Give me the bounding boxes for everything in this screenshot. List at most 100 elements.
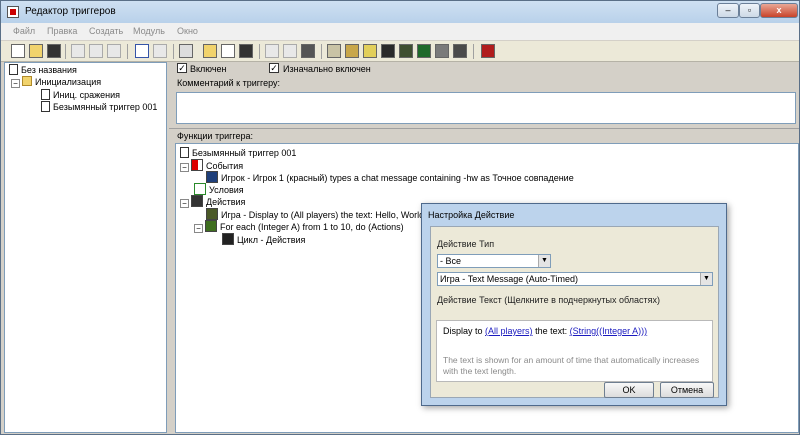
loop-icon — [205, 220, 217, 232]
action-config-dialog: Настройка Действие Действие Тип - Все ▼ И… — [421, 203, 727, 406]
unit-editor-icon[interactable] — [345, 44, 359, 58]
save-icon[interactable] — [47, 44, 61, 58]
collapse-icon[interactable]: − — [194, 224, 203, 233]
action-text-area: Display to (All players) the text: (Stri… — [436, 320, 713, 382]
tree-item[interactable]: Иниц. сражения — [41, 89, 120, 100]
map-icon — [9, 64, 18, 75]
event-text: Игрок - Игрок 1 (красный) types a chat m… — [221, 173, 574, 183]
events-flag-icon — [191, 159, 203, 171]
maximize-button[interactable]: ▫ — [739, 3, 760, 18]
object-editor-icon[interactable] — [381, 44, 395, 58]
new-event-icon[interactable] — [265, 44, 279, 58]
chevron-down-icon: ▼ — [538, 255, 550, 267]
action-text-label: Действие Текст (Щелкните в подчеркнутых … — [437, 295, 660, 305]
menu-module[interactable]: Модуль — [133, 26, 165, 36]
menu-edit[interactable]: Правка — [47, 26, 77, 36]
chevron-down-icon: ▼ — [700, 273, 712, 285]
dialog-body: Действие Тип - Все ▼ Игра - Text Message … — [430, 226, 719, 398]
sound-editor-icon[interactable] — [363, 44, 377, 58]
toolbar-separator — [173, 44, 174, 59]
undo-icon[interactable] — [135, 44, 149, 58]
open-icon[interactable] — [29, 44, 43, 58]
new-comment-icon[interactable] — [239, 44, 253, 58]
loop-actions-icon — [222, 233, 234, 245]
new-condition-icon[interactable] — [283, 44, 297, 58]
comment-field[interactable] — [176, 92, 796, 124]
events-label: События — [206, 161, 244, 171]
object-manager-icon[interactable] — [435, 44, 449, 58]
function-trigger-name[interactable]: Безымянный триггер 001 — [180, 147, 296, 158]
new-category-icon[interactable] — [203, 44, 217, 58]
action-type-label: Действие Тип — [437, 239, 495, 249]
action-type-value: - Все — [440, 256, 462, 266]
copy-icon[interactable] — [89, 44, 103, 58]
ok-button[interactable]: OK — [604, 382, 654, 398]
menu-file[interactable]: Файл — [13, 26, 35, 36]
menu-bar: Файл Правка Создать Модуль Окно — [1, 23, 799, 40]
actions-label: Действия — [206, 197, 246, 207]
minimize-button[interactable]: – — [717, 3, 739, 18]
close-button[interactable]: x — [760, 3, 798, 18]
trigger-name: Безымянный триггер 001 — [192, 148, 297, 158]
comment-label: Комментарий к триггеру: — [177, 78, 281, 88]
collapse-icon[interactable]: − — [180, 163, 189, 172]
conditions-label: Условия — [209, 185, 244, 195]
players-link[interactable]: (All players) — [485, 326, 533, 336]
action-hint: The text is shown for an amount of time … — [443, 355, 700, 376]
function-event-row[interactable]: Игрок - Игрок 1 (красный) types a chat m… — [206, 171, 574, 183]
string-link[interactable]: (String((Integer A))) — [570, 326, 648, 336]
test-map-icon[interactable] — [481, 44, 495, 58]
function-actions[interactable]: − Действия — [180, 195, 245, 208]
tree-root[interactable]: Без названия — [9, 64, 77, 75]
conditions-icon — [194, 183, 206, 195]
function-loop-actions[interactable]: Цикл - Действия — [222, 233, 305, 245]
player-icon — [206, 171, 218, 183]
the-text: the text: — [535, 326, 568, 336]
display-prefix: Display to — [443, 326, 483, 336]
new-trigger-icon[interactable] — [221, 44, 235, 58]
title-bar: Редактор триггеров – ▫ x — [1, 1, 799, 23]
collapse-icon[interactable]: − — [180, 199, 189, 208]
actions-icon — [191, 195, 203, 207]
new-icon[interactable] — [11, 44, 25, 58]
trigger-editor-icon[interactable] — [179, 44, 193, 58]
dialog-title: Настройка Действие — [428, 210, 515, 220]
action-value: Игра - Text Message (Auto-Timed) — [440, 274, 578, 284]
redo-icon[interactable] — [153, 44, 167, 58]
campaign-editor-icon[interactable] — [399, 44, 413, 58]
action-select[interactable]: Игра - Text Message (Auto-Timed) ▼ — [437, 272, 713, 286]
toolbar-separator — [321, 44, 322, 59]
function-loop-row[interactable]: − For each (Integer A) from 1 to 10, do (… — [194, 220, 404, 233]
terrain-editor-icon[interactable] — [327, 44, 341, 58]
cut-icon[interactable] — [71, 44, 85, 58]
app-icon — [7, 6, 19, 18]
enabled-checkbox[interactable]: ✓ — [177, 63, 187, 73]
toolbar-separator — [127, 44, 128, 59]
menu-window[interactable]: Окно — [177, 26, 198, 36]
tree-category[interactable]: − Инициализация — [11, 76, 101, 88]
cancel-button[interactable]: Отмена — [660, 382, 714, 398]
toolbar-separator — [259, 44, 260, 59]
initially-on-checkbox[interactable]: ✓ — [269, 63, 279, 73]
function-action-row[interactable]: Игра - Display to (All players) the text… — [206, 208, 427, 220]
trigger-icon — [41, 101, 50, 112]
menu-create[interactable]: Создать — [89, 26, 123, 36]
functions-label: Функции триггера: — [177, 131, 253, 141]
toolbar-separator — [65, 44, 66, 59]
tree-root-label: Без названия — [21, 65, 77, 75]
tree-item-label: Иниц. сражения — [53, 90, 121, 100]
toolbar-separator — [473, 44, 474, 59]
collapse-icon[interactable]: − — [11, 79, 20, 88]
ai-editor-icon[interactable] — [417, 44, 431, 58]
window-title: Редактор триггеров — [25, 6, 116, 17]
tree-item-label: Безымянный триггер 001 — [53, 102, 158, 112]
function-conditions[interactable]: Условия — [194, 183, 244, 195]
game-message-icon — [206, 208, 218, 220]
action-type-select[interactable]: - Все ▼ — [437, 254, 551, 268]
splitter[interactable] — [169, 128, 799, 129]
paste-icon[interactable] — [107, 44, 121, 58]
trigger-icon — [180, 147, 189, 158]
new-action-icon[interactable] — [301, 44, 315, 58]
tree-item-selected[interactable]: Безымянный триггер 001 — [41, 101, 158, 112]
import-manager-icon[interactable] — [453, 44, 467, 58]
